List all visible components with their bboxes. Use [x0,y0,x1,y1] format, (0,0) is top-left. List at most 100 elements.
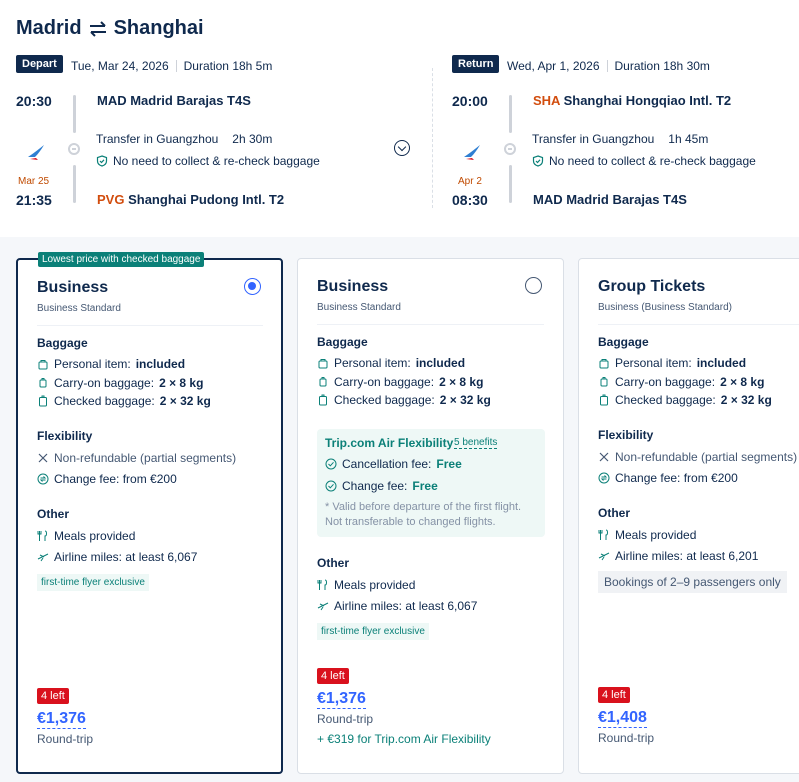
change-fee-icon [37,473,49,485]
check-circle-icon [325,480,337,492]
fare-price[interactable]: €1,408 [598,709,647,728]
airline-logo-icon [464,145,480,160]
depart-transfer: Transfer in Guangzhou 2h 30m [96,132,273,146]
return-recheck: No need to collect & re-check baggage [532,154,756,168]
seats-left-badge: 4 left [317,668,349,684]
flexibility-heading: Flexibility [598,428,654,442]
fare-subtitle: Business Standard [37,303,121,314]
carry-on-bag-icon [39,378,47,388]
cross-icon [38,453,48,463]
fare-card-group-tickets[interactable]: Group Tickets Business (Business Standar… [578,258,799,774]
change-fee-icon [598,472,610,484]
destination-city: Shanghai [113,17,204,39]
fare-radio-selected[interactable] [244,278,261,295]
change-fee-row: Change fee: from €200 [37,472,177,486]
other-heading: Other [598,506,631,520]
personal-item-row: Personal item: included [37,357,185,371]
depart-badge: Depart [16,55,63,73]
miles-plane-icon [37,553,49,562]
checked-bag-row: Checked baggage: 2 × 32 kg [317,393,491,407]
group-booking-note: Bookings of 2–9 passengers only [598,571,787,593]
shield-check-icon [96,155,108,167]
depart-arrival-time: 21:35 [16,192,52,208]
flexibility-title: Trip.com Air Flexibility [325,436,454,450]
change-fee-free-row: Change fee: Free [325,479,438,493]
checked-bag-icon [600,394,608,406]
carry-on-row: Carry-on baggage: 2 × 8 kg [317,375,483,389]
return-segment: Return Wed, Apr 1, 2026 Duration 18h 30m … [452,55,799,215]
return-arrival-time: 08:30 [452,192,488,208]
baggage-heading: Baggage [37,336,88,350]
fare-card-business-2[interactable]: Business Business Standard Baggage Perso… [297,258,564,774]
fare-price[interactable]: €1,376 [317,690,366,709]
round-trip-label: Round-trip [37,732,94,746]
swap-arrows-icon [89,20,106,37]
check-circle-icon [325,458,337,470]
refund-row: Non-refundable (partial segments) [37,451,236,465]
other-heading: Other [37,507,70,521]
miles-row: Airline miles: at least 6,067 [317,599,477,613]
benefits-link[interactable]: 5 benefits [454,437,498,449]
depart-arrival-airport: PVG Shanghai Pudong Intl. T2 [97,192,285,207]
return-date: Wed, Apr 1, 2026 [507,59,600,73]
round-trip-label: Round-trip [317,712,374,726]
route-title: Madrid Shanghai [16,17,204,40]
personal-item-row: Personal item: included [598,356,746,370]
carry-on-row: Carry-on baggage: 2 × 8 kg [598,375,764,389]
carry-on-bag-icon [319,377,327,387]
depart-duration: Duration 18h 5m [183,59,273,73]
fare-title: Group Tickets [598,278,706,295]
fare-card-business-1[interactable]: Lowest price with checked baggage Busine… [16,252,283,774]
expand-details-button[interactable] [394,140,410,156]
shield-check-icon [532,155,544,167]
depart-recheck: No need to collect & re-check baggage [96,154,320,168]
personal-bag-icon [318,359,328,369]
flexibility-note: * Valid before departure of the first fl… [325,501,522,528]
return-airport: SHA Shanghai Hongqiao Intl. T2 [533,93,732,108]
fare-price[interactable]: €1,376 [37,710,86,729]
carry-on-bag-icon [600,377,608,387]
origin-city: Madrid [16,17,82,39]
checked-bag-row: Checked baggage: 2 × 32 kg [598,393,772,407]
miles-row: Airline miles: at least 6,201 [598,549,758,563]
flexibility-heading: Flexibility [37,429,93,443]
checked-bag-row: Checked baggage: 2 × 32 kg [37,394,211,408]
lowest-price-tag: Lowest price with checked baggage [38,252,205,267]
baggage-heading: Baggage [598,335,649,349]
miles-plane-icon [598,552,610,561]
depart-time: 20:30 [16,93,52,109]
depart-airport: MAD Madrid Barajas T4S [97,93,251,108]
meal-icon [317,579,327,590]
personal-bag-icon [38,360,48,370]
depart-date: Tue, Mar 24, 2026 [71,59,169,73]
fare-title: Business [37,279,109,296]
personal-item-row: Personal item: included [317,356,465,370]
return-time: 20:00 [452,93,488,109]
transfer-dot [68,143,80,155]
return-duration: Duration 18h 30m [614,59,710,73]
meals-row: Meals provided [317,578,415,592]
first-time-flyer-pill: first-time flyer exclusive [317,623,429,640]
checked-bag-icon [319,394,327,406]
change-fee-row: Change fee: from €200 [598,471,738,485]
refund-row: Non-refundable (partial segments) [598,450,797,464]
checked-bag-icon [39,395,47,407]
other-heading: Other [317,556,350,570]
itinerary-header: Madrid Shanghai Depart Tue, Mar 24, 2026… [0,0,799,237]
return-transfer: Transfer in Guangzhou 1h 45m [532,132,709,146]
carry-on-row: Carry-on baggage: 2 × 8 kg [37,376,203,390]
flexibility-addon-price[interactable]: + €319 for Trip.com Air Flexibility [317,732,491,746]
return-arrival-date: Apr 2 [458,176,482,187]
fare-subtitle: Business Standard [317,302,401,313]
fare-subtitle: Business (Business Standard) [598,302,732,313]
depart-arrival-date: Mar 25 [18,176,50,187]
fare-radio[interactable] [525,277,542,294]
cancellation-fee-row: Cancellation fee: Free [325,457,462,471]
baggage-heading: Baggage [317,335,368,349]
miles-row: Airline miles: at least 6,067 [37,550,197,564]
meals-row: Meals provided [598,528,696,542]
return-badge: Return [452,55,500,73]
first-time-flyer-pill: first-time flyer exclusive [37,574,149,591]
cross-icon [599,452,609,462]
meals-row: Meals provided [37,529,135,543]
